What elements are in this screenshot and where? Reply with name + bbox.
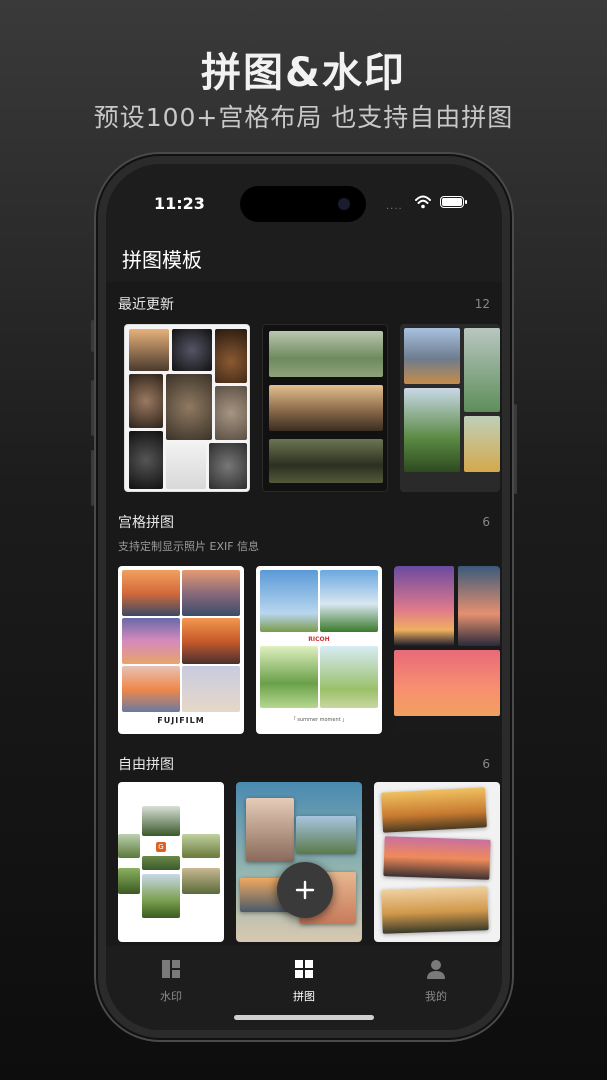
layout-icon	[162, 960, 180, 978]
signal-icon: ····	[386, 204, 403, 215]
battery-icon	[440, 196, 467, 208]
photo-tile	[209, 443, 247, 489]
hero-title: 拼图&水印	[201, 50, 406, 96]
photo-tile	[215, 386, 247, 440]
template-card-fujifilm[interactable]: FUJIFILM	[118, 566, 244, 734]
template-list[interactable]: 最近更新 12 宫格拼图 6 支持定制显示照片 EXIF 信息 FUJIFILM…	[106, 282, 502, 946]
tab-watermark[interactable]: 水印	[131, 958, 211, 1004]
section-free-header[interactable]: 自由拼图 6	[118, 754, 490, 774]
template-card-ricoh[interactable]: RICOH 「 summer moment 」	[256, 566, 382, 734]
photo-tile	[166, 374, 212, 440]
photo-tile	[142, 874, 180, 918]
status-bar: 11:23 ····	[106, 164, 502, 234]
template-card-animals[interactable]	[124, 324, 250, 492]
photo-tile	[142, 856, 180, 870]
tab-collage[interactable]: 拼图	[264, 958, 344, 1004]
section-count: 12	[474, 297, 490, 311]
power-button	[514, 404, 517, 494]
photo-tile	[381, 886, 489, 934]
photo-tile	[122, 618, 180, 664]
photo-tile	[118, 868, 140, 894]
photo-tile	[404, 328, 460, 384]
template-card-mountains[interactable]	[400, 324, 500, 492]
section-count: 6	[482, 757, 490, 771]
photo-tile	[269, 439, 383, 483]
photo-tile	[458, 566, 500, 646]
person-icon	[427, 960, 445, 979]
photo-tile	[381, 787, 487, 833]
template-card-sunset-city[interactable]	[394, 566, 500, 734]
photo-tile	[269, 385, 383, 431]
hero-subtitle: 预设100+宫格布局 也支持自由拼图	[93, 103, 514, 132]
template-card-landscape[interactable]	[262, 324, 388, 492]
tab-label: 拼图	[293, 990, 315, 1003]
photo-tile	[172, 329, 212, 371]
photo-tile	[383, 836, 491, 880]
photo-tile	[296, 816, 356, 854]
photo-tile	[464, 328, 500, 412]
brand-badge: G	[156, 842, 166, 852]
photo-tile	[215, 329, 247, 383]
photo-tile	[182, 834, 220, 858]
screen: 11:23 ···· 拼图模板 最近更新 12 宫格拼图 6 支持定制显示照片 …	[106, 164, 502, 1030]
photo-tile	[269, 331, 383, 377]
plus-icon	[295, 880, 315, 900]
section-title: 最近更新	[118, 297, 174, 313]
section-count: 6	[482, 515, 490, 529]
tab-label: 我的	[425, 990, 447, 1003]
section-recent-header[interactable]: 最近更新 12	[118, 294, 490, 314]
section-title: 宫格拼图	[118, 515, 174, 531]
photo-tile	[394, 650, 500, 716]
photo-tile	[320, 570, 378, 632]
photo-tile	[260, 646, 318, 708]
side-button	[91, 320, 94, 352]
photo-tile	[394, 566, 454, 646]
brand-label: RICOH	[308, 636, 330, 643]
photo-tile	[182, 868, 220, 894]
tab-label: 水印	[160, 990, 182, 1003]
photo-tile	[129, 374, 163, 428]
photo-tile	[166, 443, 206, 489]
home-indicator[interactable]	[234, 1015, 374, 1020]
photo-tile	[320, 646, 378, 708]
volume-up-button	[91, 380, 94, 436]
photo-tile	[260, 570, 318, 632]
photo-tile	[182, 570, 240, 616]
photo-tile	[182, 666, 240, 712]
template-card-free-3[interactable]	[374, 782, 500, 942]
camera-icon	[338, 198, 350, 210]
photo-tile	[118, 834, 140, 858]
add-button[interactable]	[277, 862, 333, 918]
tab-bar: 水印 拼图 我的	[106, 946, 502, 1030]
template-card-free-1[interactable]: G	[118, 782, 224, 942]
photo-tile	[129, 431, 163, 489]
photo-tile	[122, 570, 180, 616]
section-grid-header[interactable]: 宫格拼图 6	[118, 512, 490, 532]
grid-icon	[295, 960, 313, 978]
photo-tile	[182, 618, 240, 664]
photo-tile	[464, 416, 500, 472]
status-time: 11:23	[154, 194, 205, 213]
photo-tile	[129, 329, 169, 371]
photo-tile	[246, 798, 294, 862]
photo-tile	[142, 806, 180, 836]
caption-label: 「 summer moment 」	[290, 717, 348, 723]
section-description: 支持定制显示照片 EXIF 信息	[118, 540, 260, 553]
wifi-icon	[415, 195, 431, 209]
phone-frame: 11:23 ···· 拼图模板 最近更新 12 宫格拼图 6 支持定制显示照片 …	[91, 154, 517, 1040]
photo-tile	[404, 388, 460, 472]
page-title: 拼图模板	[122, 248, 202, 272]
dynamic-island	[240, 186, 366, 222]
brand-label: FUJIFILM	[157, 716, 205, 725]
tab-profile[interactable]: 我的	[396, 958, 476, 1004]
section-title: 自由拼图	[118, 757, 174, 773]
photo-tile	[122, 666, 180, 712]
volume-down-button	[91, 450, 94, 506]
